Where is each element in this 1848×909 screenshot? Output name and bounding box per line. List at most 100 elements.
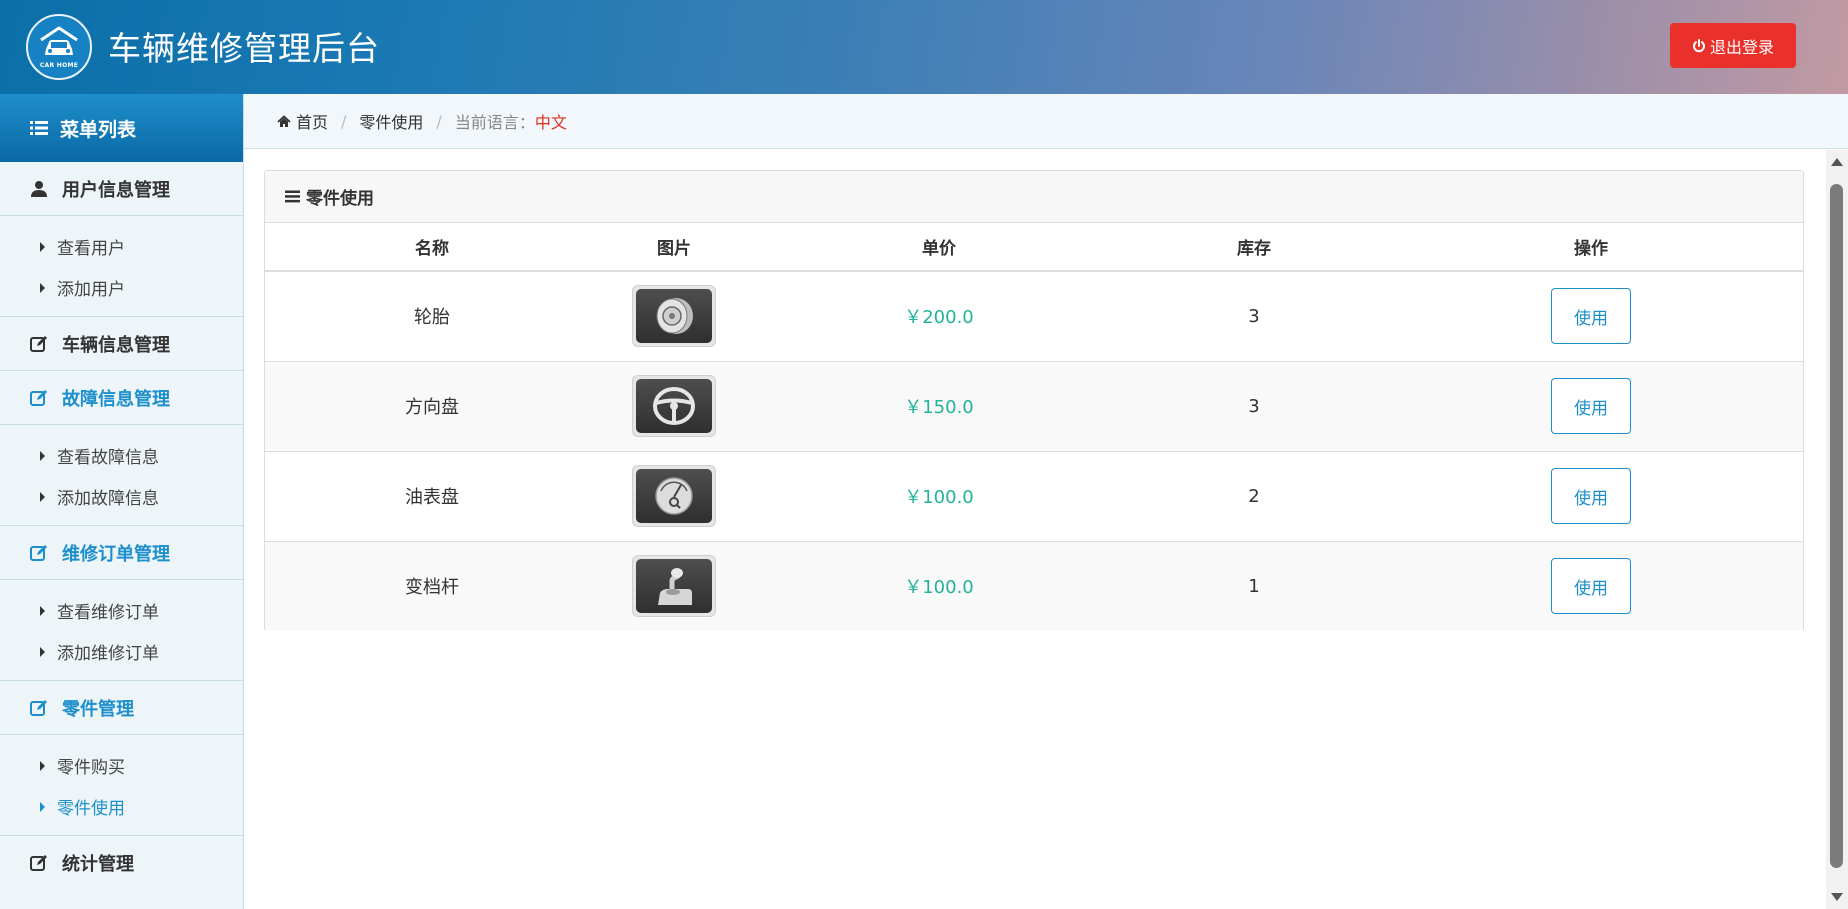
edit-icon: [30, 544, 47, 561]
panel-heading: 零件使用: [265, 171, 1803, 223]
use-part-button[interactable]: 使用: [1551, 378, 1631, 434]
menu-group-label: 故障信息管理: [62, 388, 170, 410]
sidebar-item-label: 查看维修订单: [57, 603, 159, 623]
parts-usage-panel: 零件使用 名称 图片 单价 库存 操作 轮胎 ￥200.0 3 使用 方向盘 ￥…: [264, 170, 1804, 631]
edit-icon: [30, 699, 47, 716]
part-action-cell: 使用: [1379, 360, 1803, 451]
tire-icon: [656, 298, 693, 335]
car-home-logo: CAR HOME: [26, 14, 92, 80]
breadcrumb-separator: /: [436, 111, 442, 131]
scroll-up-arrow-icon[interactable]: [1831, 158, 1843, 166]
part-price: ￥100.0: [749, 450, 1129, 541]
sidebar-heading: 菜单列表: [0, 94, 243, 162]
part-name: 变档杆: [265, 540, 599, 631]
sidebar-item-add-user[interactable]: 添加用户: [0, 267, 243, 308]
menu-group-label: 零件管理: [62, 698, 134, 720]
menu-group-orders[interactable]: 维修订单管理: [0, 526, 243, 580]
sidebar-item-use-parts[interactable]: 零件使用: [0, 786, 243, 827]
sidebar-item-label: 添加用户: [57, 280, 125, 300]
menu-group-label: 维修订单管理: [62, 543, 170, 565]
use-part-button[interactable]: 使用: [1551, 468, 1631, 524]
logout-label: 退出登录: [1709, 37, 1774, 57]
part-stock: 2: [1129, 450, 1379, 541]
breadcrumb: 首页 / 零件使用 / 当前语言： 中文: [244, 94, 1848, 149]
menu-group-fault[interactable]: 故障信息管理: [0, 371, 243, 425]
sidebar-item-view-orders[interactable]: 查看维修订单: [0, 590, 243, 631]
table-header-row: 名称 图片 单价 库存 操作: [265, 223, 1803, 272]
caret-right-icon: [40, 450, 45, 461]
caret-right-icon: [40, 241, 45, 252]
edit-icon: [30, 335, 47, 352]
caret-right-icon: [40, 646, 45, 657]
sidebar-item-view-users[interactable]: 查看用户: [0, 226, 243, 267]
sidebar-item-label: 零件购买: [57, 758, 125, 778]
part-stock: 1: [1129, 540, 1379, 631]
column-header-price: 单价: [749, 223, 1129, 272]
sidebar-item-buy-parts[interactable]: 零件购买: [0, 745, 243, 786]
language-label: 当前语言：: [454, 113, 535, 132]
part-image-cell: [599, 450, 749, 541]
bars-icon: [285, 190, 300, 203]
part-action-cell: 使用: [1379, 540, 1803, 631]
edit-icon: [30, 389, 47, 406]
part-image-cell: [599, 540, 749, 631]
part-name: 方向盘: [265, 360, 599, 451]
language-value[interactable]: 中文: [535, 109, 567, 133]
vertical-scrollbar[interactable]: [1826, 150, 1848, 909]
part-action-cell: 使用: [1379, 450, 1803, 541]
use-part-button[interactable]: 使用: [1551, 288, 1631, 345]
sidebar-item-view-faults[interactable]: 查看故障信息: [0, 435, 243, 476]
column-header-stock: 库存: [1129, 223, 1379, 272]
part-action-cell: 使用: [1379, 270, 1803, 361]
car-house-icon: [40, 26, 78, 55]
column-header-action: 操作: [1379, 223, 1803, 272]
menu-group-label: 车辆信息管理: [62, 334, 170, 356]
sidebar-item-add-fault[interactable]: 添加故障信息: [0, 476, 243, 517]
part-stock: 3: [1129, 270, 1379, 361]
sidebar-item-label: 查看用户: [57, 239, 125, 259]
part-image-cell: [599, 360, 749, 451]
app-title: 车辆维修管理后台: [108, 29, 380, 68]
sidebar-heading-label: 菜单列表: [60, 118, 137, 141]
part-image: [632, 555, 716, 618]
menu-group-user[interactable]: 用户信息管理: [0, 162, 243, 216]
sidebar-item-label: 添加故障信息: [57, 489, 159, 509]
scroll-down-arrow-icon[interactable]: [1831, 893, 1843, 901]
caret-right-icon: [40, 605, 45, 616]
gear-shift-icon: [658, 568, 692, 606]
edit-icon: [30, 855, 47, 871]
sidebar-item-label: 查看故障信息: [57, 448, 159, 468]
menu-group-stats[interactable]: 统计管理: [0, 836, 243, 890]
parts-table: 名称 图片 单价 库存 操作 轮胎 ￥200.0 3 使用 方向盘 ￥150.0…: [265, 223, 1803, 631]
caret-right-icon: [40, 801, 45, 812]
menu-group-parts[interactable]: 零件管理: [0, 681, 243, 735]
top-header: CAR HOME 车辆维修管理后台 退出登录: [0, 0, 1848, 94]
logo-caption: CAR HOME: [39, 62, 79, 69]
part-stock: 3: [1129, 360, 1379, 451]
caret-right-icon: [40, 491, 45, 502]
part-image-cell: [599, 270, 749, 361]
breadcrumb-home-link[interactable]: 首页: [296, 109, 328, 133]
submenu-orders: 查看维修订单 添加维修订单: [0, 580, 243, 681]
caret-right-icon: [40, 282, 45, 293]
menu-group-vehicle[interactable]: 车辆信息管理: [0, 317, 243, 371]
sidebar-item-add-order[interactable]: 添加维修订单: [0, 631, 243, 672]
breadcrumb-separator: /: [341, 111, 347, 131]
table-row: 轮胎 ￥200.0 3 使用: [265, 270, 1803, 361]
part-price: ￥150.0: [749, 360, 1129, 451]
sidebar-item-label: 零件使用: [57, 799, 125, 819]
sidebar-item-label: 添加维修订单: [57, 644, 159, 664]
part-image: [632, 285, 716, 348]
steering-wheel-icon: [653, 387, 695, 425]
part-image: [632, 465, 716, 527]
caret-right-icon: [40, 760, 45, 771]
table-row: 方向盘 ￥150.0 3 使用: [265, 360, 1803, 451]
submenu-user: 查看用户 添加用户: [0, 216, 243, 317]
part-price: ￥100.0: [749, 540, 1129, 631]
logout-button[interactable]: 退出登录: [1670, 23, 1796, 68]
part-image: [632, 375, 716, 437]
panel-title: 零件使用: [306, 189, 374, 209]
use-part-button[interactable]: 使用: [1551, 558, 1631, 615]
scroll-thumb[interactable]: [1830, 184, 1843, 868]
breadcrumb-current: 零件使用: [359, 113, 424, 132]
